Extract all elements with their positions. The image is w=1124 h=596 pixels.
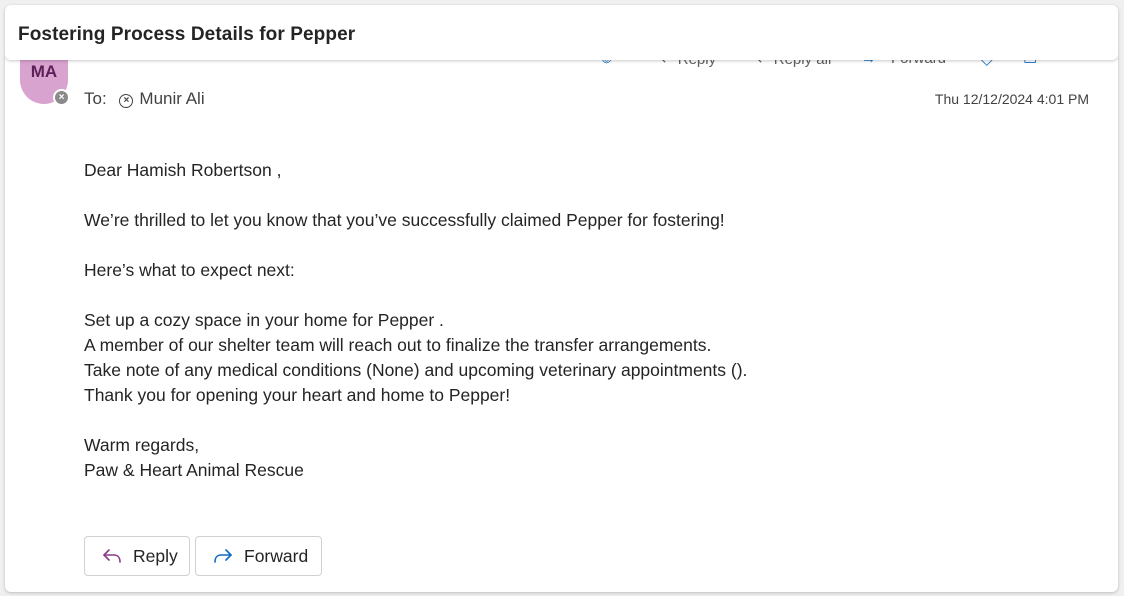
recipient-chip[interactable]: × Munir Ali [119, 89, 205, 108]
blocked-presence-icon: × [55, 91, 68, 104]
intro-text: We’re thrilled to let you know that you’… [84, 210, 725, 230]
forward-button[interactable]: Forward [195, 536, 322, 576]
presence-badge: × [53, 89, 70, 106]
message-card: ☺ ↩ Reply ↩ Reply all → Forward ◇ ▭ MA ×… [5, 56, 1118, 592]
recipient-name: Munir Ali [139, 89, 205, 108]
body-line: Take note of any medical conditions (Non… [84, 360, 748, 380]
subject-title: Fostering Process Details for Pepper [18, 24, 356, 45]
expect-text: Here’s what to expect next: [84, 260, 295, 280]
reply-arrow-icon [103, 549, 121, 563]
body-line: Set up a cozy space in your home for Pep… [84, 310, 444, 330]
message-body: Dear Hamish Robertson , We’re thrilled t… [84, 158, 1064, 483]
to-label: To: [84, 89, 107, 108]
avatar-initials: MA [30, 62, 58, 81]
subject-header: Fostering Process Details for Pepper [5, 5, 1118, 60]
recipient-status-icon: × [119, 94, 134, 108]
reply-button[interactable]: Reply [84, 536, 190, 576]
forward-arrow-icon [214, 549, 232, 563]
forward-button-label: Forward [244, 545, 309, 566]
greeting: Dear Hamish Robertson , [84, 160, 282, 180]
message-timestamp: Thu 12/12/2024 4:01 PM [934, 91, 1089, 107]
reply-button-label: Reply [133, 545, 178, 566]
recipient-line: To: × Munir Ali [84, 89, 205, 109]
body-line: Thank you for opening your heart and hom… [84, 385, 511, 405]
body-line: A member of our shelter team will reach … [84, 335, 712, 355]
closing: Warm regards, [84, 435, 200, 455]
signature: Paw & Heart Animal Rescue [84, 460, 304, 480]
